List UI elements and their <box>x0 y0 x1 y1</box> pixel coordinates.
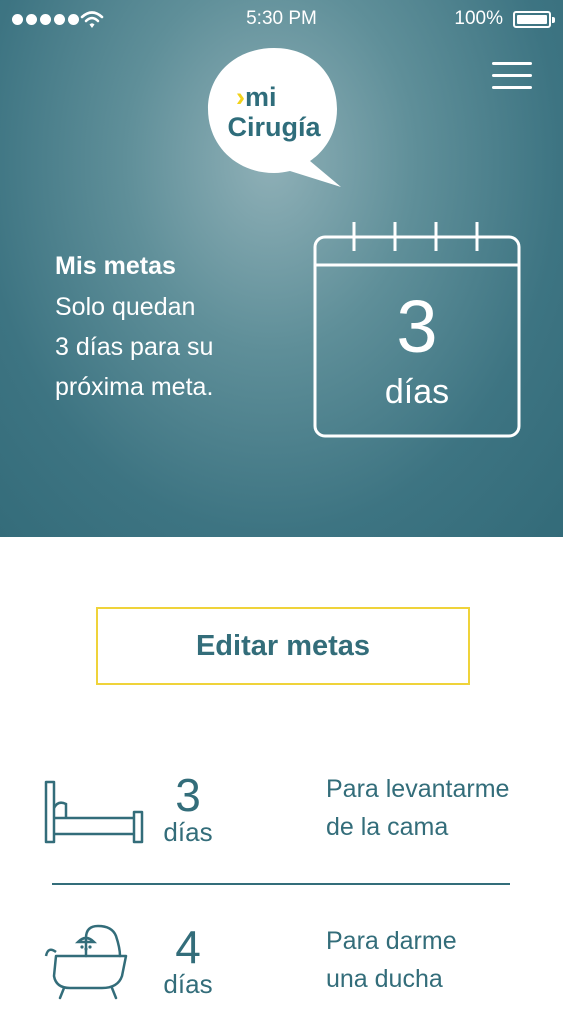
goal-description: Para levantarme de la cama <box>326 775 510 841</box>
countdown-value: 3 <box>396 285 438 368</box>
status-bar: 5:30 PM 100% <box>0 0 563 40</box>
bathtub-icon <box>44 924 128 1000</box>
goal-days-value: 3 <box>175 769 201 821</box>
row-divider <box>52 883 510 885</box>
countdown-unit: días <box>384 373 450 411</box>
goal-row[interactable]: 4 días Para darme una ducha <box>0 922 563 1032</box>
goal-row[interactable]: 3 días Para levantarme de la cama <box>0 770 563 880</box>
goals-message: Solo quedan 3 días para su próxima meta. <box>55 293 214 401</box>
edit-goals-button[interactable]: Editar metas <box>96 607 470 685</box>
battery-icon <box>513 11 555 28</box>
goal-days-unit: días <box>163 817 213 847</box>
goal-days-value: 4 <box>175 921 201 973</box>
goals-title: Mis metas <box>55 252 176 280</box>
logo-text-cirugia: Cirugía <box>227 112 321 142</box>
hamburger-menu-icon[interactable] <box>492 62 532 92</box>
battery-percentage: 100% <box>454 8 503 29</box>
goal-days-unit: días <box>163 969 213 999</box>
goal-description: Para darme una ducha <box>326 927 457 993</box>
bed-icon <box>44 780 144 844</box>
logo-text-mi: ›mi <box>236 82 277 112</box>
